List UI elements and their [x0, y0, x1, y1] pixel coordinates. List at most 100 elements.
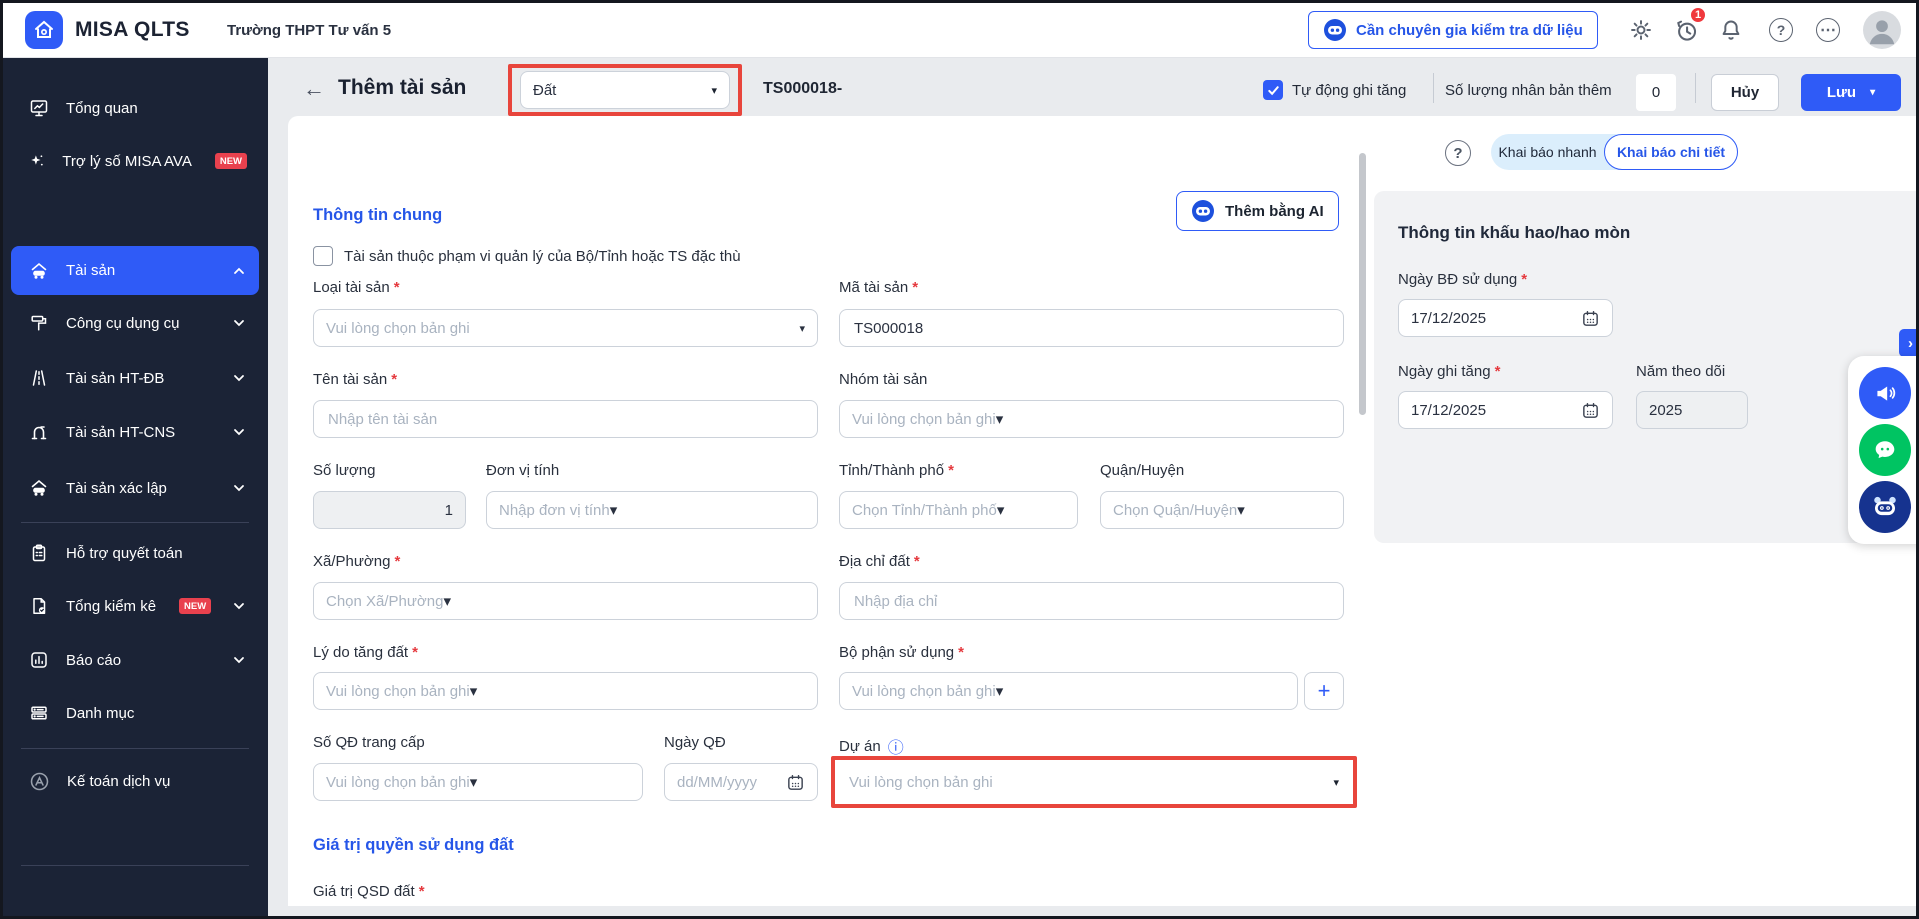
required-marker: *: [948, 462, 954, 479]
sidebar-item-tai-san-xac-lap[interactable]: Tài sản xác lập: [11, 467, 259, 509]
chevron-down-icon: [231, 480, 247, 496]
app-logo[interactable]: [25, 11, 63, 49]
sidebar-item-label: Công cụ dụng cụ: [66, 314, 180, 332]
date-value: 17/12/2025: [1411, 309, 1487, 327]
quan-huyen-select[interactable]: Chọn Quận/Huyện ▾: [1100, 491, 1344, 529]
ten-tai-san-input[interactable]: [326, 409, 805, 429]
field-label: Tên tài sản *: [313, 371, 398, 388]
caret-down-icon: ▾: [995, 683, 1004, 700]
placeholder: dd/MM/yyyy: [677, 773, 758, 791]
calendar-icon: [1581, 401, 1600, 420]
quick-declare-toggle[interactable]: Khai báo nhanh: [1491, 144, 1604, 160]
help-glyph: ?: [1453, 144, 1463, 162]
du-an-highlight: Vui lòng chọn bản ghi ▾: [831, 756, 1357, 808]
so-qd-trang-cap-select[interactable]: Vui lòng chọn bản ghi ▾: [313, 763, 643, 801]
sidebar-item-tai-san-ht-db[interactable]: Tài sản HT-ĐB: [11, 357, 259, 399]
chevron-up-icon: [231, 263, 247, 279]
tinh-thanh-pho-select[interactable]: Chọn Tỉnh/Thành phố ▾: [839, 491, 1078, 529]
ma-tai-san-input-wrap: [839, 309, 1344, 347]
sidebar-item-tong-quan[interactable]: Tổng quan: [11, 87, 259, 129]
panel-expand-tab[interactable]: ›: [1899, 329, 1916, 357]
sidebar-item-tai-san-ht-cns[interactable]: Tài sản HT-CNS: [11, 411, 259, 453]
calendar-icon: [1581, 309, 1600, 328]
pipe-icon: [31, 426, 47, 440]
field-label: Xã/Phường *: [313, 553, 401, 570]
sidebar-item-label: Báo cáo: [66, 651, 122, 669]
sidebar-item-bao-cao[interactable]: Báo cáo: [11, 639, 259, 681]
sidebar-item-label: Tài sản xác lập: [66, 479, 167, 497]
divider: [1433, 73, 1434, 103]
field-label: Đơn vị tính: [486, 462, 560, 479]
chevron-down-icon: [231, 315, 247, 331]
increase-date-input[interactable]: 17/12/2025: [1398, 391, 1613, 429]
robot-icon: [1324, 19, 1346, 41]
accounting-service-icon: [30, 772, 49, 790]
save-label: Lưu: [1826, 84, 1857, 101]
check-icon: [1267, 85, 1279, 95]
paint-roller-icon: [31, 315, 47, 331]
more-menu-icon[interactable]: ⋯: [1815, 17, 1841, 43]
user-avatar[interactable]: [1863, 11, 1901, 54]
xa-phuong-select[interactable]: Chọn Xã/Phường ▾: [313, 582, 818, 620]
placeholder: Chọn Xã/Phường: [326, 592, 444, 610]
view-toggle: Khai báo nhanh Khai báo chi tiết: [1491, 134, 1738, 170]
asset-car-icon: [31, 262, 47, 279]
chevron-down-icon: [231, 652, 247, 668]
nhom-tai-san-select[interactable]: Vui lòng chọn bản ghi ▾: [839, 400, 1344, 438]
ai-assistant-widget-button[interactable]: [1859, 481, 1911, 534]
cancel-button[interactable]: Hủy: [1711, 74, 1779, 111]
field-label: Ngày QĐ: [664, 734, 726, 751]
save-button[interactable]: Lưu ▾: [1801, 74, 1901, 111]
required-marker: *: [393, 279, 400, 296]
ly-do-tang-dat-select[interactable]: Vui lòng chọn bản ghi ▾: [313, 672, 818, 710]
home-camera-icon: [35, 20, 53, 38]
ten-tai-san-input-wrap: [313, 400, 818, 438]
start-use-date-input[interactable]: 17/12/2025: [1398, 299, 1613, 337]
sidebar-item-cong-cu-dung-cu[interactable]: Công cụ dụng cụ: [11, 302, 259, 344]
settings-gear-icon[interactable]: [1628, 17, 1654, 43]
sidebar-item-tai-san[interactable]: Tài sản: [11, 246, 259, 295]
ngay-qd-date-input[interactable]: dd/MM/yyyy: [664, 763, 818, 801]
chat-widget-button[interactable]: [1859, 423, 1911, 476]
help-icon[interactable]: ?: [1445, 140, 1471, 166]
field-label: Ngày ghi tăng *: [1398, 363, 1501, 380]
sidebar-item-label: Tổng kiểm kê: [66, 597, 157, 615]
dia-chi-dat-input-wrap: [839, 582, 1344, 620]
sidebar-item-ho-tro-quyet-toan[interactable]: Hỗ trợ quyết toán: [11, 532, 259, 574]
vertical-scrollbar[interactable]: [1359, 153, 1366, 415]
sidebar-item-ke-toan-dich-vu[interactable]: Kế toán dịch vụ: [11, 760, 259, 802]
sidebar-item-tong-kiem-ke[interactable]: Tổng kiểm kê NEW: [11, 585, 259, 627]
clone-count-input[interactable]: 0: [1636, 74, 1676, 111]
auto-increase-checkbox[interactable]: [1263, 80, 1283, 100]
detail-declare-toggle[interactable]: Khai báo chi tiết: [1604, 134, 1738, 170]
loai-tai-san-select[interactable]: Vui lòng chọn bản ghi ▾: [313, 309, 818, 347]
plus-icon: +: [1317, 678, 1331, 703]
announcement-widget-button[interactable]: [1859, 366, 1911, 419]
track-year-input: 2025: [1636, 391, 1748, 429]
back-arrow-icon[interactable]: ←: [303, 78, 325, 100]
asset-type-select[interactable]: Đất ▾: [520, 71, 730, 109]
don-vi-tinh-select[interactable]: Nhập đơn vị tính ▾: [486, 491, 818, 529]
sidebar-item-tro-ly-so[interactable]: Trợ lý số MISA AVA NEW: [11, 140, 259, 182]
bo-phan-su-dung-select[interactable]: Vui lòng chọn bản ghi ▾: [839, 672, 1298, 710]
add-department-button[interactable]: +: [1304, 672, 1344, 710]
add-with-ai-button[interactable]: Thêm bằng AI: [1176, 191, 1339, 231]
ma-tai-san-input[interactable]: [852, 318, 1331, 338]
depreciation-panel-title: Thông tin khấu hao/hao mòn: [1398, 223, 1631, 242]
notification-bell-icon[interactable]: [1718, 17, 1744, 43]
expert-check-button[interactable]: Cần chuyên gia kiểm tra dữ liệu: [1308, 11, 1598, 49]
sidebar-item-label: Tài sản HT-ĐB: [66, 369, 165, 387]
required-marker: *: [418, 883, 425, 900]
sidebar-item-danh-muc[interactable]: Danh mục: [11, 692, 259, 734]
app-root: MISA QLTS Trường THPT Tư vấn 5 Cần chuyê…: [0, 0, 1919, 919]
field-label: Bộ phận sử dụng *: [839, 644, 964, 661]
new-badge: NEW: [179, 598, 212, 614]
dia-chi-dat-input[interactable]: [852, 591, 1331, 611]
info-icon[interactable]: ⓘ: [888, 734, 904, 758]
so-luong-input: 1: [313, 491, 466, 529]
chevron-down-icon: [231, 598, 247, 614]
asset-type-value: Đất: [533, 81, 557, 99]
help-icon[interactable]: ?: [1768, 17, 1794, 43]
scope-checkbox[interactable]: [313, 246, 333, 266]
du-an-select[interactable]: Vui lòng chọn bản ghi ▾: [837, 762, 1351, 802]
